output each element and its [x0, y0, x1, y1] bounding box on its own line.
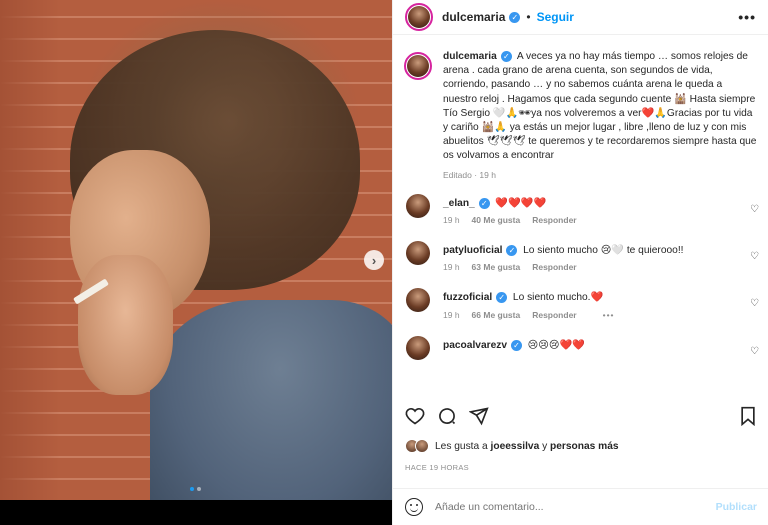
comment-user[interactable]: patyluoficial [443, 245, 502, 256]
verified-badge-icon: ✓ [511, 339, 522, 351]
caption-row: dulcemaria ✓ A veces ya no hay más tiempo… [393, 40, 768, 190]
save-icon[interactable] [739, 406, 757, 431]
comment-time[interactable]: 19 h [443, 310, 460, 320]
comment-text: Lo siento mucho 😢🤍 te quierooo!! [523, 245, 684, 257]
verified-badge-icon: ✓ [496, 292, 508, 304]
edited-time[interactable]: 19 h [479, 170, 496, 180]
share-icon[interactable] [468, 406, 489, 431]
comments-scroll[interactable]: dulcemaria ✓ A veces ya no hay más tiempo… [393, 40, 768, 400]
verified-badge-icon: ✓ [506, 245, 518, 257]
comment-text: 😢😢😢❤️❤️ [527, 339, 585, 351]
comment-likes[interactable]: 40 Me gusta [472, 215, 521, 225]
caption: dulcemaria ✓ A veces ya no hay más tiempo… [443, 40, 757, 164]
heart-icon[interactable]: ♡ [750, 204, 759, 215]
avatar[interactable] [406, 194, 430, 218]
more-icon[interactable]: ••• [738, 9, 756, 25]
carousel-dots [190, 487, 201, 491]
avatar[interactable] [406, 335, 430, 360]
comment-user[interactable]: pacoalvarezv [443, 340, 507, 351]
comment-time[interactable]: 19 h [443, 262, 460, 272]
comment-meta: 19 h 66 Me gusta Responder ••• [443, 310, 757, 320]
photo-shirt [150, 300, 392, 500]
post-header: dulcemaria ✓ • Seguir ••• [393, 0, 768, 35]
heart-icon[interactable] [405, 406, 425, 431]
likes-prefix: Les gusta a [435, 440, 488, 452]
comment-row: pacoalvarezv ✓ 😢😢😢❤️❤️ ♡ [393, 335, 768, 360]
avatar[interactable] [406, 288, 430, 313]
header-username[interactable]: dulcemaria [442, 10, 505, 24]
likes-user[interactable]: joeessilva [491, 441, 540, 452]
more-icon[interactable]: ••• [603, 310, 615, 320]
reply-button[interactable]: Responder [532, 310, 576, 320]
comment-user[interactable]: fuzzoficial [443, 293, 492, 304]
comment-row: patyluoficial ✓ Lo siento mucho 😢🤍 te qui… [393, 241, 768, 272]
avatar[interactable] [404, 52, 432, 80]
photo-shadow [0, 0, 60, 500]
post-time-ago[interactable]: HACE 19 HORAS [405, 463, 469, 472]
verified-badge-icon: ✓ [509, 11, 521, 23]
comment-meta: 19 h 40 Me gusta Responder [443, 215, 757, 225]
reply-button[interactable]: Responder [532, 262, 576, 272]
comment-likes[interactable]: 63 Me gusta [472, 262, 521, 272]
avatar[interactable] [406, 241, 430, 266]
comment-input[interactable] [435, 501, 695, 513]
avatar[interactable] [415, 439, 429, 453]
verified-badge-icon: ✓ [500, 50, 512, 62]
comment-meta: 19 h 63 Me gusta Responder [443, 262, 757, 272]
add-comment-bar: Publicar [393, 488, 768, 525]
carousel-dot-1 [190, 487, 194, 491]
next-arrow-icon[interactable]: › [364, 250, 384, 270]
comment-text: Lo siento mucho.❤️ [512, 292, 604, 304]
publish-button[interactable]: Publicar [716, 501, 757, 513]
edited-label: Editado [443, 169, 472, 180]
comment-icon[interactable] [437, 406, 457, 431]
photo-hand [78, 255, 173, 395]
side-panel: dulcemaria ✓ • Seguir ••• dulcemaria ✓ A … [392, 0, 768, 525]
comment-user[interactable]: _elan_ [443, 198, 475, 209]
carousel-dot-2 [197, 487, 201, 491]
verified-badge-icon: ✓ [478, 198, 490, 209]
reply-button[interactable]: Responder [532, 215, 576, 225]
comment-row: fuzzoficial ✓ Lo siento mucho.❤️ ♡ 19 h 66… [393, 288, 768, 320]
comment-row: _elan_ ✓ ❤️❤️❤️❤️ ♡ 19 h 40 Me gusta Respon… [393, 194, 768, 225]
emoji-icon[interactable] [405, 498, 423, 516]
instagram-post-modal: › dulcemaria ✓ • Seguir ••• dulcemaria ✓ … [0, 0, 768, 525]
comment-time[interactable]: 19 h [443, 215, 460, 225]
follow-button[interactable]: Seguir [537, 10, 574, 24]
likes-conj: y [542, 440, 548, 452]
heart-icon[interactable]: ♡ [750, 346, 759, 357]
dot-separator: • [526, 10, 531, 24]
likes-summary: Les gusta a joeessilva y personas más [405, 439, 619, 453]
post-photo[interactable]: › [0, 0, 392, 500]
action-bar [405, 406, 757, 430]
comment-text: ❤️❤️❤️❤️ [495, 198, 547, 210]
caption-username[interactable]: dulcemaria [443, 51, 497, 62]
likes-others[interactable]: personas más [550, 441, 619, 452]
caption-text: A veces ya no hay más tiempo … somos rel… [443, 51, 757, 162]
avatar[interactable] [405, 3, 433, 31]
heart-icon[interactable]: ♡ [750, 251, 759, 262]
comment-likes[interactable]: 66 Me gusta [472, 310, 521, 320]
heart-icon[interactable]: ♡ [750, 298, 759, 309]
caption-meta: Editado · 19 h [443, 169, 496, 180]
